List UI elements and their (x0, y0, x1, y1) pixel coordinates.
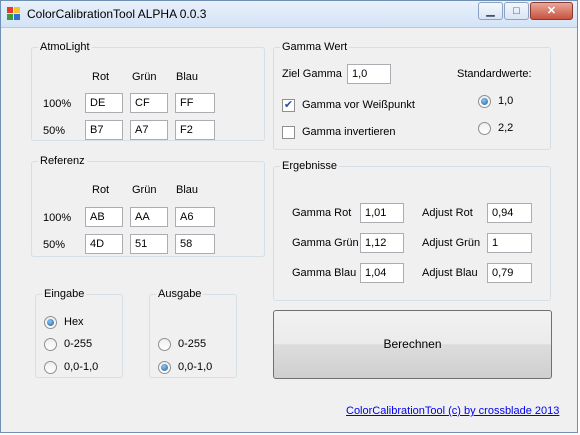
gamma-wert-legend: Gamma Wert (282, 41, 348, 53)
atmolight-row-50-label: 50% (43, 125, 66, 137)
app-window: ColorCalibrationTool ALPHA 0.0.3 ▁ □ ✕ A… (0, 0, 578, 433)
ausgabe-legend: Ausgabe (158, 288, 202, 300)
referenz-legend: Referenz (40, 155, 85, 167)
referenz-50-gruen-input[interactable]: 51 (130, 234, 168, 254)
title-bar[interactable]: ColorCalibrationTool ALPHA 0.0.3 ▁ □ ✕ (1, 1, 577, 28)
atmolight-50-blau-input[interactable]: F2 (175, 120, 215, 140)
referenz-50-blau-input[interactable]: 58 (175, 234, 215, 254)
adjust-rot-output[interactable]: 0,94 (487, 203, 532, 223)
ziel-gamma-input[interactable]: 1,0 (347, 64, 391, 84)
referenz-col-blau: Blau (176, 184, 199, 196)
referenz-100-gruen-input[interactable]: AA (130, 207, 168, 227)
standardwerte-label: Standardwerte: (457, 68, 532, 80)
atmolight-group: AtmoLight Rot Grün Blau 100% DE CF FF 50… (31, 41, 265, 141)
atmolight-row-100-label: 100% (43, 98, 72, 110)
eingabe-0-1-radio[interactable] (44, 361, 57, 374)
atmolight-100-rot-input[interactable]: DE (85, 93, 123, 113)
atmolight-col-blau: Blau (176, 71, 199, 83)
minimize-button[interactable]: ▁ (478, 2, 503, 20)
standard-2-2-radio[interactable] (478, 122, 491, 135)
referenz-group: Referenz Rot Grün Blau 100% AB AA A6 50%… (31, 155, 265, 257)
gamma-blau-output[interactable]: 1,04 (360, 263, 404, 283)
gamma-vor-weisspunkt-label[interactable]: Gamma vor Weißpunkt (302, 99, 415, 111)
standard-2-2-label[interactable]: 2,2 (498, 122, 513, 134)
atmolight-col-gruen: Grün (132, 71, 157, 83)
ergebnisse-group: Ergebnisse Gamma Rot 1,01 Gamma Grün 1,1… (273, 160, 551, 301)
gamma-gruen-label: Gamma Grün (292, 237, 359, 249)
adjust-blau-label: Adjust Blau (422, 267, 478, 279)
referenz-col-rot: Rot (92, 184, 110, 196)
gamma-rot-label: Gamma Rot (292, 207, 352, 219)
client-area: AtmoLight Rot Grün Blau 100% DE CF FF 50… (9, 31, 571, 427)
atmolight-50-gruen-input[interactable]: A7 (130, 120, 168, 140)
ausgabe-0-255-radio[interactable] (158, 338, 171, 351)
atmolight-legend: AtmoLight (40, 41, 90, 53)
referenz-100-blau-input[interactable]: A6 (175, 207, 215, 227)
adjust-blau-output[interactable]: 0,79 (487, 263, 532, 283)
eingabe-hex-label[interactable]: Hex (64, 316, 84, 328)
eingabe-group: Eingabe Hex 0-255 0,0-1,0 (35, 288, 123, 378)
adjust-rot-label: Adjust Rot (422, 207, 473, 219)
ausgabe-0-1-label[interactable]: 0,0-1,0 (178, 361, 212, 373)
referenz-row-50-label: 50% (43, 239, 66, 251)
gamma-gruen-output[interactable]: 1,12 (360, 233, 404, 253)
ergebnisse-legend: Ergebnisse (282, 160, 338, 172)
referenz-100-rot-input[interactable]: AB (85, 207, 123, 227)
referenz-50-rot-input[interactable]: 4D (85, 234, 123, 254)
gamma-vor-weisspunkt-checkbox[interactable]: ✔ (282, 99, 295, 112)
atmolight-col-rot: Rot (92, 71, 110, 83)
app-logo-icon (7, 7, 21, 21)
ziel-gamma-label: Ziel Gamma (282, 68, 342, 80)
window-title: ColorCalibrationTool ALPHA 0.0.3 (27, 7, 207, 21)
maximize-button[interactable]: □ (504, 2, 529, 20)
eingabe-legend: Eingabe (44, 288, 85, 300)
gamma-rot-output[interactable]: 1,01 (360, 203, 404, 223)
standard-1-0-label[interactable]: 1,0 (498, 95, 513, 107)
referenz-row-100-label: 100% (43, 212, 72, 224)
close-button[interactable]: ✕ (530, 2, 573, 20)
berechnen-button[interactable]: Berechnen (273, 310, 552, 379)
gamma-invertieren-checkbox[interactable] (282, 126, 295, 139)
eingabe-0-1-label[interactable]: 0,0-1,0 (64, 361, 98, 373)
ausgabe-group: Ausgabe 0-255 0,0-1,0 (149, 288, 237, 378)
gamma-wert-group: Gamma Wert Ziel Gamma 1,0 Standardwerte:… (273, 41, 551, 150)
adjust-gruen-output[interactable]: 1 (487, 233, 532, 253)
ausgabe-0-255-label[interactable]: 0-255 (178, 338, 206, 350)
ausgabe-0-1-radio[interactable] (158, 361, 171, 374)
atmolight-100-blau-input[interactable]: FF (175, 93, 215, 113)
eingabe-0-255-label[interactable]: 0-255 (64, 338, 92, 350)
adjust-gruen-label: Adjust Grün (422, 237, 481, 249)
eingabe-0-255-radio[interactable] (44, 338, 57, 351)
gamma-invertieren-label[interactable]: Gamma invertieren (302, 126, 396, 138)
eingabe-hex-radio[interactable] (44, 316, 57, 329)
atmolight-100-gruen-input[interactable]: CF (130, 93, 168, 113)
referenz-col-gruen: Grün (132, 184, 157, 196)
standard-1-0-radio[interactable] (478, 95, 491, 108)
credits-link[interactable]: ColorCalibrationTool (c) by crossblade 2… (346, 405, 559, 417)
atmolight-50-rot-input[interactable]: B7 (85, 120, 123, 140)
gamma-blau-label: Gamma Blau (292, 267, 357, 279)
